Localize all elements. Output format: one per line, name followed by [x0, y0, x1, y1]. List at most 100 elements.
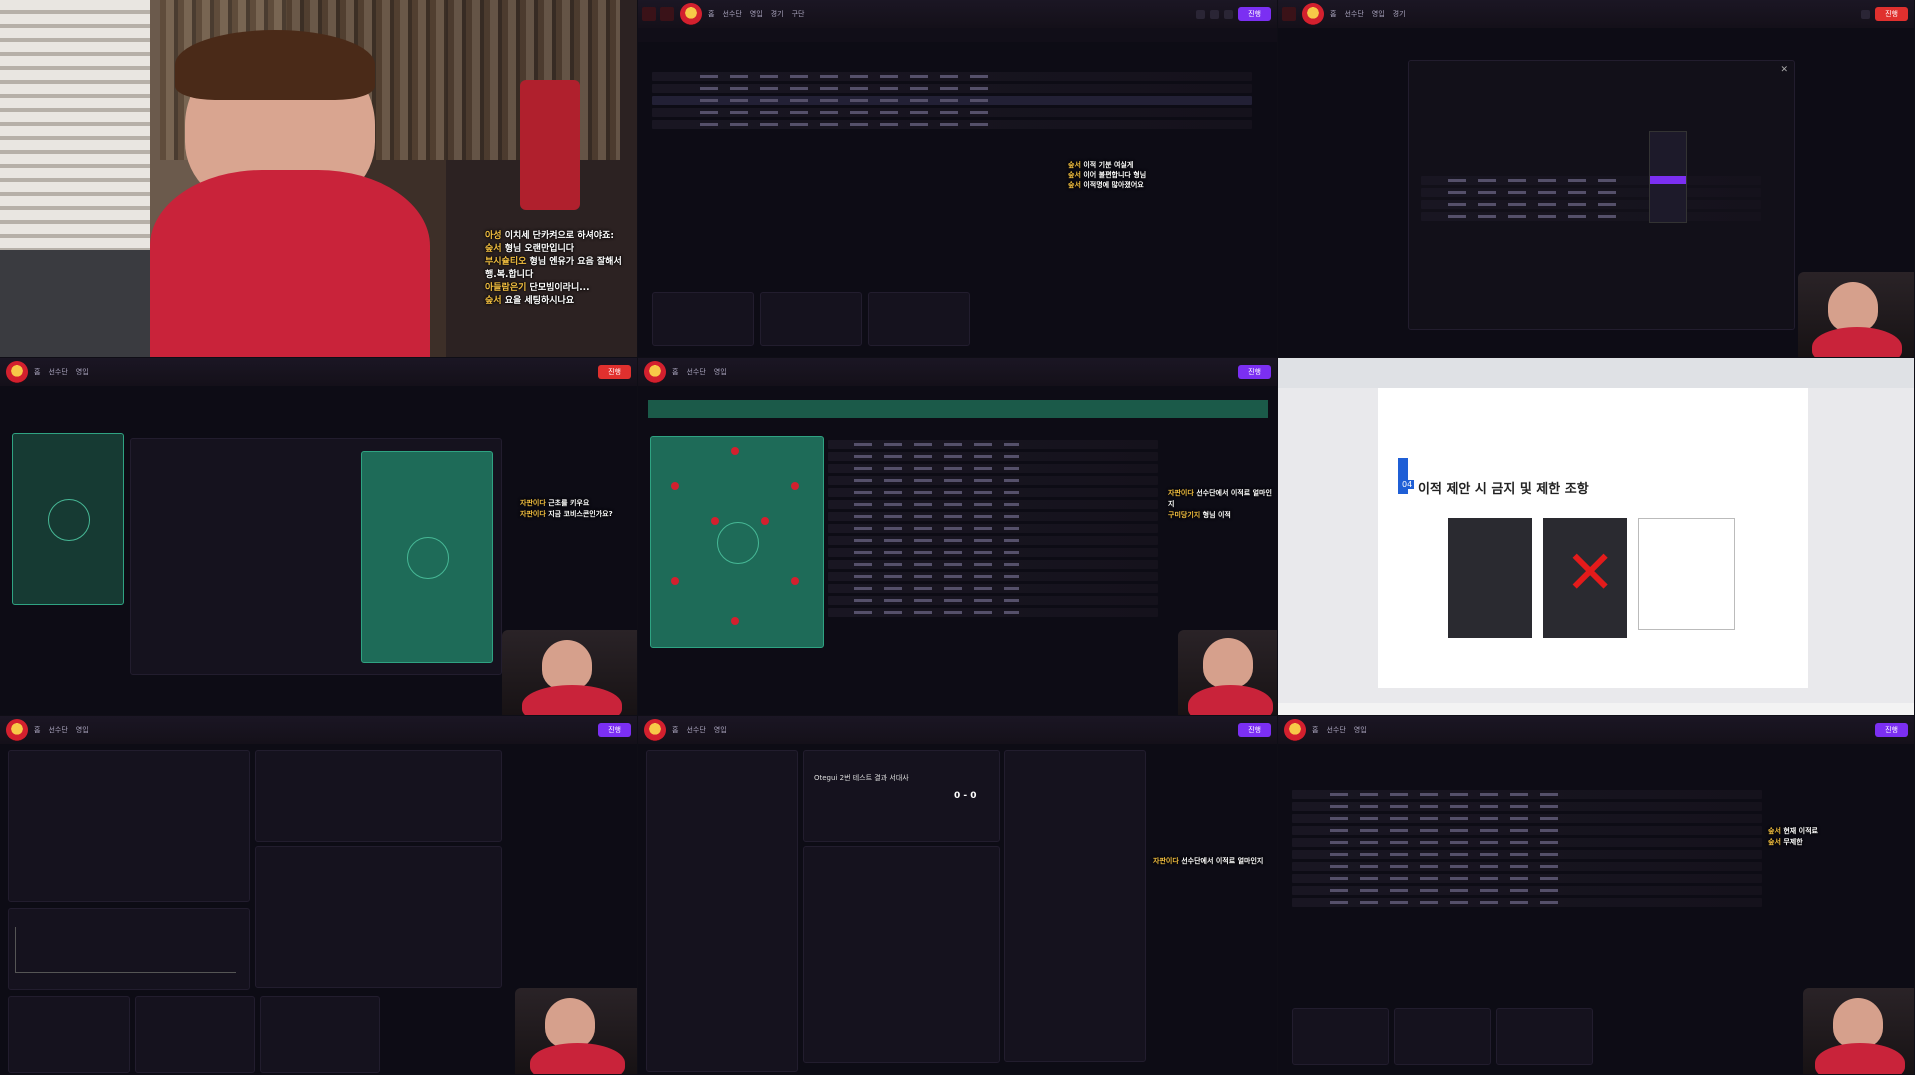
player-marker[interactable]	[671, 482, 679, 490]
menu-item-transfers[interactable]: 영입	[750, 9, 763, 19]
info-card	[1496, 1008, 1593, 1065]
menu-item-transfers[interactable]: 영입	[714, 725, 727, 735]
menu-item-squad[interactable]: 선수단	[686, 725, 705, 735]
club-card	[8, 750, 250, 902]
table-row[interactable]	[1292, 838, 1762, 847]
menu-item-club[interactable]: 구단	[792, 9, 805, 19]
continue-button[interactable]: 진행	[1238, 365, 1271, 379]
menu-item-home[interactable]: 홈	[34, 725, 40, 735]
player-marker[interactable]	[791, 577, 799, 585]
menu-item-transfers[interactable]: 영입	[76, 725, 89, 735]
chat-message: 자판이다 근초를 키우요	[520, 499, 590, 507]
menu-item-squad[interactable]: 선수단	[1344, 9, 1363, 19]
scouting-table	[1292, 790, 1762, 910]
table-row[interactable]	[1292, 850, 1762, 859]
table-row[interactable]	[652, 72, 1252, 81]
continue-button[interactable]: 진행	[1875, 723, 1908, 737]
table-row[interactable]	[828, 560, 1158, 569]
table-row[interactable]	[1421, 188, 1761, 197]
table-row[interactable]	[652, 120, 1252, 129]
table-row[interactable]	[828, 596, 1158, 605]
table-row[interactable]	[828, 512, 1158, 521]
taskbar	[1278, 703, 1914, 715]
forward-icon[interactable]	[660, 7, 674, 21]
league-table	[1004, 750, 1146, 1062]
table-row[interactable]	[828, 572, 1158, 581]
menu-item-transfers[interactable]: 영입	[714, 367, 727, 377]
topbar-right: 진행	[1238, 723, 1271, 737]
back-icon[interactable]	[1282, 7, 1296, 21]
player-marker[interactable]	[711, 517, 719, 525]
player-marker[interactable]	[731, 617, 739, 625]
table-row[interactable]	[652, 108, 1252, 117]
table-row[interactable]	[828, 548, 1158, 557]
search-icon[interactable]	[1196, 9, 1206, 19]
webcam-overlay	[502, 630, 637, 715]
menu-item-home[interactable]: 홈	[708, 9, 714, 19]
table-row[interactable]	[828, 584, 1158, 593]
menu-item-home[interactable]: 홈	[34, 367, 40, 377]
player-marker[interactable]	[671, 577, 679, 585]
menu-item-squad[interactable]: 선수단	[686, 367, 705, 377]
table-row[interactable]	[1292, 814, 1762, 823]
menu-item-transfers[interactable]: 영입	[1354, 725, 1367, 735]
close-icon[interactable]: ✕	[1780, 65, 1788, 75]
back-icon[interactable]	[642, 7, 656, 21]
menu-item-squad[interactable]: 선수단	[48, 367, 67, 377]
player-marker[interactable]	[761, 517, 769, 525]
menu-item-home[interactable]: 홈	[1312, 725, 1318, 735]
menu-item-squad[interactable]: 선수단	[48, 725, 67, 735]
continue-button[interactable]: 진행	[1238, 7, 1271, 21]
menu-item-transfers[interactable]: 영입	[1372, 9, 1385, 19]
table-row[interactable]	[1292, 790, 1762, 799]
player-marker[interactable]	[791, 482, 799, 490]
continue-button[interactable]: 진행	[1875, 7, 1908, 21]
match-card[interactable]: Otegui 2번 테스트 결과 서대사 0 - 0	[803, 750, 1000, 842]
info-card[interactable]	[760, 292, 862, 346]
table-row[interactable]	[828, 536, 1158, 545]
continue-button[interactable]: 진행	[598, 723, 631, 737]
gear-icon[interactable]	[1224, 9, 1234, 19]
menu-item-matches[interactable]: 경기	[1393, 9, 1406, 19]
streamer-shirt	[1812, 327, 1902, 357]
menu-item-home[interactable]: 홈	[672, 725, 678, 735]
table-row[interactable]	[828, 476, 1158, 485]
menu-item-squad[interactable]: 선수단	[1326, 725, 1345, 735]
streamer-hair	[175, 30, 375, 100]
table-row[interactable]	[1292, 874, 1762, 883]
menu-item-squad[interactable]: 선수단	[722, 9, 741, 19]
info-card[interactable]	[652, 292, 754, 346]
dropdown-options[interactable]	[1649, 131, 1687, 223]
streamer-shirt	[150, 170, 430, 357]
continue-button[interactable]: 진행	[1238, 723, 1271, 737]
table-row[interactable]	[828, 452, 1158, 461]
table-row[interactable]	[1292, 802, 1762, 811]
player-marker[interactable]	[731, 447, 739, 455]
table-row[interactable]	[1421, 200, 1761, 209]
table-row[interactable]	[828, 440, 1158, 449]
table-row[interactable]	[828, 524, 1158, 533]
side-chat: 자판이다 근초를 키우요 자판이다 지금 코비스콘인가요?	[520, 498, 620, 520]
menu-item-home[interactable]: 홈	[1330, 9, 1336, 19]
table-row[interactable]	[828, 608, 1158, 617]
dropdown-selected-option[interactable]	[1650, 176, 1686, 184]
table-row[interactable]	[1292, 826, 1762, 835]
menu-item-home[interactable]: 홈	[672, 367, 678, 377]
table-row[interactable]	[652, 96, 1252, 105]
table-row[interactable]	[828, 464, 1158, 473]
search-icon[interactable]	[1861, 9, 1871, 19]
table-row[interactable]	[828, 488, 1158, 497]
table-row[interactable]	[1292, 898, 1762, 907]
table-row[interactable]	[1292, 862, 1762, 871]
menu-item-transfers[interactable]: 영입	[76, 367, 89, 377]
mail-icon[interactable]	[1210, 9, 1220, 19]
section-title: 이적 제안 시 금지 및 제한 조항	[1418, 482, 1589, 497]
table-row[interactable]	[652, 84, 1252, 93]
info-card[interactable]	[868, 292, 970, 346]
table-row[interactable]	[1292, 886, 1762, 895]
table-row[interactable]	[828, 500, 1158, 509]
continue-button[interactable]: 진행	[598, 365, 631, 379]
table-row[interactable]	[1421, 176, 1761, 185]
table-row[interactable]	[1421, 212, 1761, 221]
menu-item-matches[interactable]: 경기	[771, 9, 784, 19]
